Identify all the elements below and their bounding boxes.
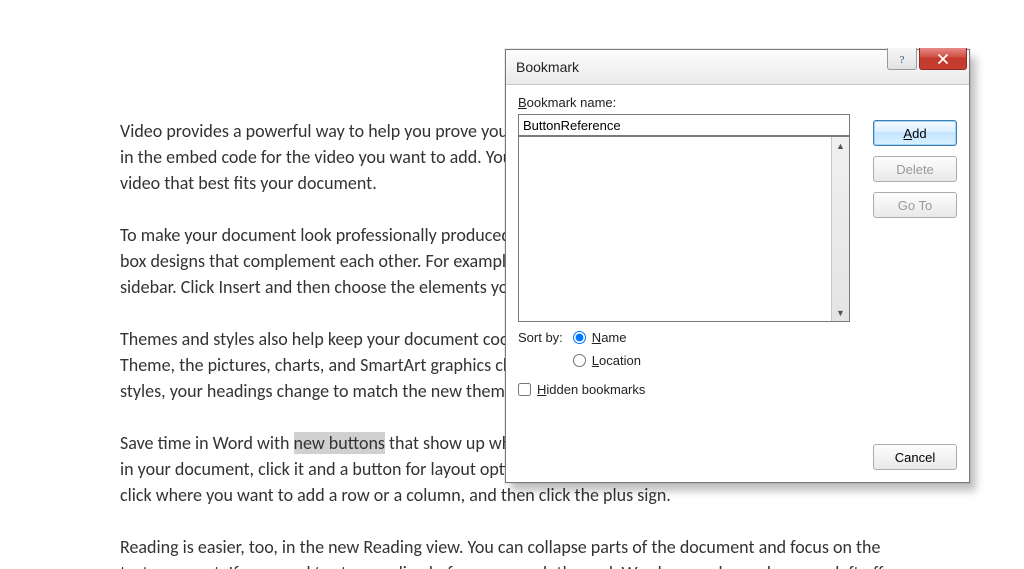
scrollbar[interactable]: ▲ ▼	[831, 137, 849, 321]
dialog-titlebar[interactable]: Bookmark ?	[506, 50, 969, 85]
dialog-title: Bookmark	[506, 59, 579, 75]
hidden-bookmarks-checkbox[interactable]: Hidden bookmarks	[518, 382, 850, 397]
scroll-up-icon[interactable]: ▲	[832, 137, 849, 154]
sort-location-input[interactable]	[573, 354, 586, 367]
help-icon: ?	[896, 53, 908, 65]
delete-button[interactable]: Delete	[873, 156, 957, 182]
bookmark-name-input[interactable]	[518, 114, 850, 136]
help-button[interactable]: ?	[887, 48, 917, 70]
sort-by-location-radio[interactable]: Location	[573, 353, 641, 368]
text-selection[interactable]: new buttons	[294, 432, 385, 454]
sort-name-input[interactable]	[573, 331, 586, 344]
svg-text:?: ?	[900, 54, 905, 65]
bookmark-list-inner	[519, 137, 831, 321]
goto-button[interactable]: Go To	[873, 192, 957, 218]
cancel-button[interactable]: Cancel	[873, 444, 957, 470]
scroll-down-icon[interactable]: ▼	[832, 304, 849, 321]
sort-by-label: Sort by:	[518, 330, 563, 345]
doc-paragraph[interactable]: Reading is easier, too, in the new Readi…	[120, 534, 900, 569]
add-button[interactable]: Add	[873, 120, 957, 146]
bookmark-name-label: Bookmark name:	[518, 95, 850, 110]
close-button[interactable]	[919, 48, 967, 70]
bookmark-list[interactable]: ▲ ▼	[518, 136, 850, 322]
bookmark-dialog: Bookmark ? Bookmark name: ▲	[505, 49, 970, 483]
close-icon	[936, 54, 950, 64]
hidden-bookmarks-input[interactable]	[518, 383, 531, 396]
sort-by-name-radio[interactable]: Name	[573, 330, 641, 345]
